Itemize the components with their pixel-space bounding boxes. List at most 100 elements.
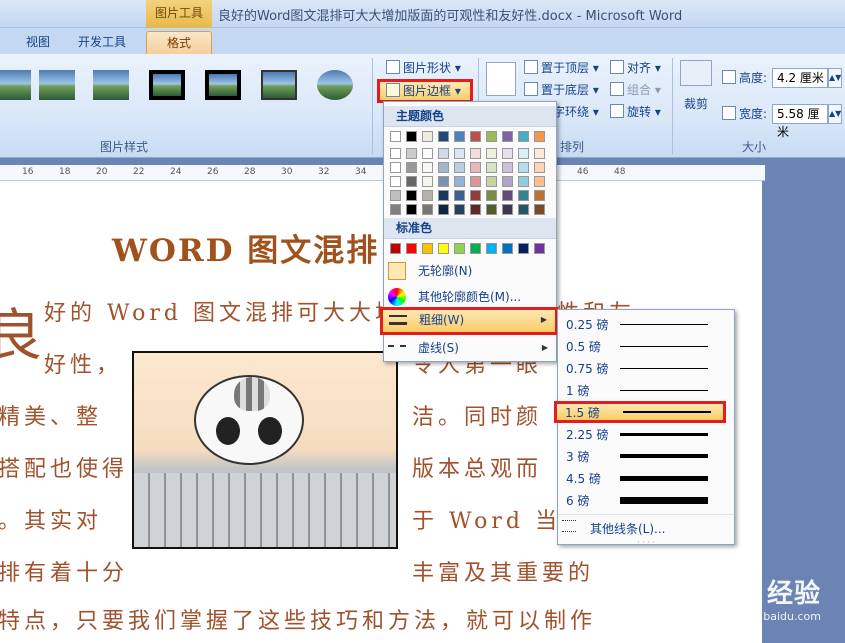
- theme-color-swatch[interactable]: [422, 204, 433, 215]
- picture-style-7[interactable]: [314, 66, 356, 106]
- theme-color-swatch[interactable]: [486, 204, 497, 215]
- weight-option[interactable]: 0.75 磅: [558, 357, 734, 379]
- standard-color-swatch[interactable]: [470, 243, 481, 254]
- picture-style-6[interactable]: [258, 66, 300, 106]
- theme-color-swatch[interactable]: [406, 148, 417, 159]
- theme-color-swatch[interactable]: [406, 176, 417, 187]
- theme-color-swatch[interactable]: [470, 162, 481, 173]
- standard-color-swatch[interactable]: [454, 243, 465, 254]
- standard-color-swatch[interactable]: [518, 243, 529, 254]
- width-spinner[interactable]: ▲▼: [828, 104, 842, 124]
- weight-option[interactable]: 4.5 磅: [558, 467, 734, 489]
- weight-option[interactable]: 2.25 磅: [558, 423, 734, 445]
- align-button[interactable]: 对齐 ▾: [610, 58, 661, 78]
- picture-style-5[interactable]: [202, 66, 244, 106]
- crop-button[interactable]: 裁剪: [684, 94, 708, 114]
- tab-developer[interactable]: 开发工具: [66, 31, 138, 54]
- theme-color-swatch[interactable]: [534, 190, 545, 201]
- theme-color-swatch[interactable]: [470, 148, 481, 159]
- theme-color-swatch[interactable]: [390, 190, 401, 201]
- theme-color-swatch[interactable]: [486, 131, 497, 142]
- theme-color-swatch[interactable]: [502, 131, 513, 142]
- theme-color-swatch[interactable]: [470, 190, 481, 201]
- send-to-back-button[interactable]: 置于底层 ▾: [524, 80, 599, 100]
- theme-color-swatch[interactable]: [454, 176, 465, 187]
- theme-color-swatch[interactable]: [534, 131, 545, 142]
- resize-grip[interactable]: · · · ·: [558, 538, 734, 547]
- theme-color-swatch[interactable]: [422, 148, 433, 159]
- theme-color-swatch[interactable]: [390, 131, 401, 142]
- theme-color-swatch[interactable]: [390, 176, 401, 187]
- picture-border-button[interactable]: 图片边框 ▾: [377, 79, 473, 103]
- theme-color-swatch[interactable]: [422, 162, 433, 173]
- theme-color-swatch[interactable]: [518, 190, 529, 201]
- theme-color-swatch[interactable]: [390, 162, 401, 173]
- theme-color-swatch[interactable]: [518, 131, 529, 142]
- weight-option[interactable]: 6 磅: [558, 489, 734, 511]
- theme-color-swatch[interactable]: [534, 176, 545, 187]
- weight-option[interactable]: 0.25 磅: [558, 313, 734, 335]
- theme-color-swatch[interactable]: [502, 204, 513, 215]
- crop-icon[interactable]: [680, 60, 712, 86]
- theme-color-swatch[interactable]: [534, 148, 545, 159]
- theme-color-swatch[interactable]: [470, 204, 481, 215]
- group-button[interactable]: 组合 ▾: [610, 80, 661, 100]
- theme-color-swatch[interactable]: [454, 148, 465, 159]
- cat-picture[interactable]: [132, 351, 398, 549]
- height-input[interactable]: 4.2 厘米: [772, 68, 828, 88]
- standard-color-swatch[interactable]: [534, 243, 545, 254]
- theme-color-swatch[interactable]: [454, 204, 465, 215]
- standard-color-swatch[interactable]: [486, 243, 497, 254]
- weight-option[interactable]: 3 磅: [558, 445, 734, 467]
- theme-color-swatch[interactable]: [518, 204, 529, 215]
- theme-color-swatch[interactable]: [470, 131, 481, 142]
- weight-item[interactable]: 粗细(W) ▶: [380, 307, 558, 335]
- theme-color-swatch[interactable]: [422, 190, 433, 201]
- picture-style-3[interactable]: [90, 66, 132, 106]
- more-lines-item[interactable]: 其他线条(L)...: [558, 514, 734, 538]
- theme-color-swatch[interactable]: [438, 204, 449, 215]
- theme-color-swatch[interactable]: [406, 131, 417, 142]
- theme-color-swatch[interactable]: [534, 204, 545, 215]
- tab-format[interactable]: 格式: [146, 31, 212, 54]
- bring-to-front-button[interactable]: 置于顶层 ▾: [524, 58, 599, 78]
- theme-color-swatch[interactable]: [518, 148, 529, 159]
- theme-color-swatch[interactable]: [422, 176, 433, 187]
- theme-color-swatch[interactable]: [422, 131, 433, 142]
- theme-color-swatch[interactable]: [438, 190, 449, 201]
- theme-color-swatch[interactable]: [454, 162, 465, 173]
- theme-color-swatch[interactable]: [406, 162, 417, 173]
- theme-color-swatch[interactable]: [486, 190, 497, 201]
- theme-color-swatch[interactable]: [518, 162, 529, 173]
- dashes-item[interactable]: 虚线(S) ▶: [384, 336, 556, 360]
- theme-color-swatch[interactable]: [502, 162, 513, 173]
- picture-style-1[interactable]: [0, 66, 34, 106]
- theme-color-swatch[interactable]: [390, 204, 401, 215]
- weight-option[interactable]: 0.5 磅: [558, 335, 734, 357]
- theme-color-swatch[interactable]: [438, 148, 449, 159]
- more-colors-item[interactable]: 其他轮廓颜色(M)...: [384, 285, 556, 309]
- weight-option[interactable]: 1 磅: [558, 379, 734, 401]
- theme-color-swatch[interactable]: [454, 131, 465, 142]
- theme-color-swatch[interactable]: [438, 162, 449, 173]
- standard-color-swatch[interactable]: [390, 243, 401, 254]
- tab-view[interactable]: 视图: [14, 31, 62, 54]
- theme-color-swatch[interactable]: [406, 190, 417, 201]
- theme-color-swatch[interactable]: [406, 204, 417, 215]
- theme-color-swatch[interactable]: [486, 176, 497, 187]
- theme-color-swatch[interactable]: [438, 131, 449, 142]
- standard-color-swatch[interactable]: [406, 243, 417, 254]
- width-input[interactable]: 5.58 厘米: [772, 104, 828, 139]
- theme-color-swatch[interactable]: [470, 176, 481, 187]
- no-outline-item[interactable]: 无轮廓(N): [384, 259, 556, 283]
- height-spinner[interactable]: ▲▼: [828, 68, 842, 88]
- theme-color-swatch[interactable]: [534, 162, 545, 173]
- standard-color-swatch[interactable]: [438, 243, 449, 254]
- theme-color-swatch[interactable]: [390, 148, 401, 159]
- theme-color-swatch[interactable]: [502, 176, 513, 187]
- theme-color-swatch[interactable]: [438, 176, 449, 187]
- theme-color-swatch[interactable]: [502, 190, 513, 201]
- weight-option[interactable]: 1.5 磅: [554, 401, 726, 423]
- picture-style-4[interactable]: [146, 66, 188, 106]
- rotate-button[interactable]: 旋转 ▾: [610, 102, 661, 122]
